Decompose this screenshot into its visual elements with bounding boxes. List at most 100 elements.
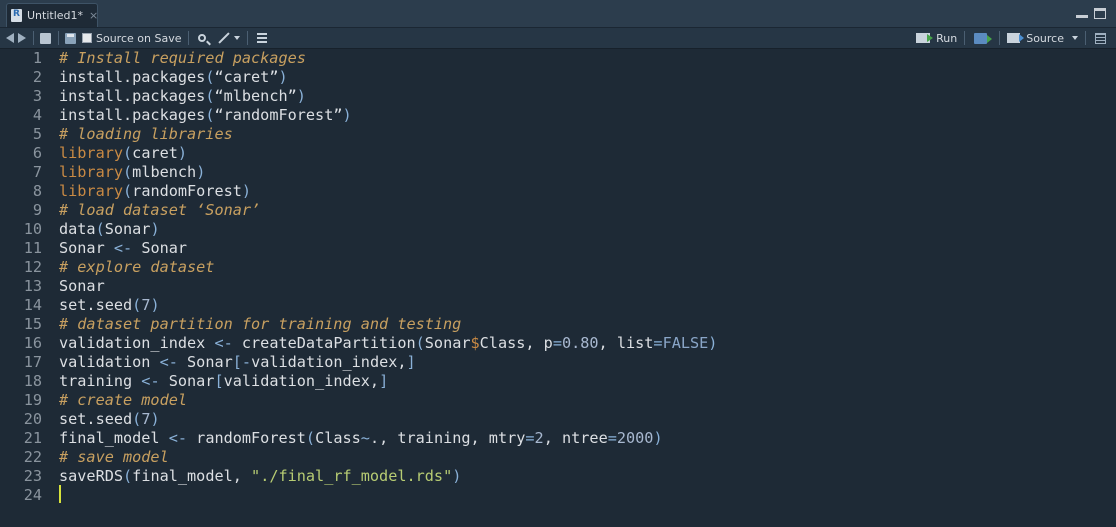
code-token: )	[241, 182, 252, 200]
line-code[interactable]: set.seed(7)	[59, 410, 160, 429]
line-code[interactable]: Sonar	[59, 277, 105, 296]
line-number: 9	[32, 201, 42, 219]
arrow-left-icon	[6, 33, 14, 43]
line-code[interactable]: final_model <- randomForest(Class~., tra…	[59, 429, 663, 448]
code-token: 0.80	[561, 334, 599, 352]
line-code[interactable]: # Install required packages	[59, 49, 306, 68]
code-token: set.seed	[59, 410, 133, 428]
code-token: (	[123, 182, 133, 200]
code-token: )	[708, 334, 718, 352]
code-token: Sonar	[132, 239, 188, 257]
line-code[interactable]: install.packages(“caret”)	[59, 68, 288, 87]
line-code[interactable]: install.packages(“randomForest”)	[59, 106, 352, 125]
code-token: # save model	[59, 448, 169, 466]
code-token: validation	[59, 353, 160, 371]
find-replace-button[interactable]	[198, 28, 207, 48]
code-token: <-	[141, 372, 160, 390]
line-code[interactable]: # create model	[59, 391, 187, 410]
run-icon	[916, 33, 934, 43]
chevron-down-icon[interactable]	[1072, 36, 1078, 40]
source-icon	[1007, 33, 1025, 43]
code-token: [	[214, 372, 224, 390]
code-token: )	[150, 410, 160, 428]
magic-wand-icon	[218, 32, 231, 44]
code-token: final_model,	[132, 467, 252, 485]
show-in-window-icon	[40, 32, 51, 44]
line-code[interactable]: validation <- Sonar[-validation_index,]	[59, 353, 416, 372]
source-button[interactable]: Source	[1007, 28, 1078, 48]
code-token: =	[653, 334, 663, 352]
line-number: 17	[23, 353, 42, 371]
line-code[interactable]: install.packages(“mlbench”)	[59, 87, 306, 106]
code-token: )	[342, 106, 352, 124]
code-token: , ntree	[543, 429, 608, 447]
code-token: ]	[406, 353, 416, 371]
maximize-pane-icon[interactable]	[1094, 8, 1106, 19]
document-outline-button[interactable]	[1095, 28, 1106, 48]
minimize-pane-icon[interactable]	[1076, 8, 1088, 18]
line-code[interactable]: set.seed(7)	[59, 296, 160, 315]
save-icon	[65, 32, 76, 44]
forward-button[interactable]	[16, 28, 26, 48]
source-on-save-label: Source on Save	[96, 31, 182, 45]
close-icon[interactable]: ×	[89, 9, 98, 22]
line-number: 20	[23, 410, 42, 428]
code-token: (	[123, 144, 133, 162]
code-token: data	[59, 220, 96, 238]
toolbar-right-group: Run Source	[910, 28, 1106, 48]
line-code[interactable]: # loading libraries	[59, 125, 233, 144]
line-code[interactable]: # load dataset ‘Sonar’	[59, 201, 260, 220]
code-token: Sonar	[59, 239, 114, 257]
code-token: ~	[360, 429, 370, 447]
back-button[interactable]	[6, 28, 14, 48]
line-code[interactable]: library(caret)	[59, 144, 187, 163]
code-editor[interactable]: 1 # Install required packages 2 install.pac…	[0, 49, 1116, 527]
code-tools-button[interactable]	[217, 28, 241, 48]
code-token: Sonar	[59, 277, 105, 295]
tab-untitled1[interactable]: Untitled1* ×	[6, 3, 98, 27]
code-token: )	[177, 144, 188, 162]
toolbar-divider	[964, 31, 966, 45]
code-token: )	[196, 163, 206, 181]
line-code[interactable]: # save model	[59, 448, 169, 467]
line-number: 6	[32, 144, 42, 162]
code-token: $	[470, 334, 480, 352]
code-token: training	[59, 372, 142, 390]
code-token: # loading libraries	[59, 125, 233, 143]
r-script-icon	[11, 9, 22, 22]
search-icon	[198, 34, 207, 42]
line-code[interactable]: library(mlbench)	[59, 163, 205, 182]
code-token: (	[305, 429, 316, 447]
compile-report-button[interactable]	[257, 28, 268, 48]
line-code[interactable]: # dataset partition for training and tes…	[59, 315, 461, 334]
line-number: 19	[23, 391, 42, 409]
text-cursor	[59, 485, 61, 503]
notebook-icon	[257, 32, 268, 44]
run-button[interactable]: Run	[916, 28, 957, 48]
source-on-save-toggle[interactable]: Source on Save	[82, 28, 181, 48]
line-code[interactable]: data(Sonar)	[59, 220, 160, 239]
line-number: 7	[32, 163, 42, 181]
code-token: install.packages	[59, 106, 206, 124]
line-number: 10	[23, 220, 42, 238]
code-token: (	[132, 410, 142, 428]
line-code[interactable]: library(randomForest)	[59, 182, 251, 201]
line-number: 8	[32, 182, 42, 200]
line-code[interactable]: validation_index <- createDataPartition(…	[59, 334, 717, 353]
code-token: =	[607, 429, 617, 447]
rerun-button[interactable]	[974, 28, 993, 48]
source-on-save-checkbox[interactable]	[82, 33, 92, 43]
line-code[interactable]: Sonar <- Sonar	[59, 239, 187, 258]
show-in-window-button[interactable]	[40, 28, 51, 48]
line-number: 14	[23, 296, 42, 314]
line-number: 1	[32, 49, 42, 67]
code-token: ]	[379, 372, 389, 390]
code-token: ., training, mtry	[369, 429, 526, 447]
toolbar-divider	[58, 31, 59, 45]
source-label: Source	[1026, 31, 1064, 45]
line-code[interactable]: saveRDS(final_model, "./final_rf_model.r…	[59, 467, 461, 486]
line-code[interactable]: # explore dataset	[59, 258, 214, 277]
code-token: FALSE	[662, 334, 709, 352]
save-button[interactable]	[65, 28, 76, 48]
line-code[interactable]: training <- Sonar[validation_index,]	[59, 372, 388, 391]
